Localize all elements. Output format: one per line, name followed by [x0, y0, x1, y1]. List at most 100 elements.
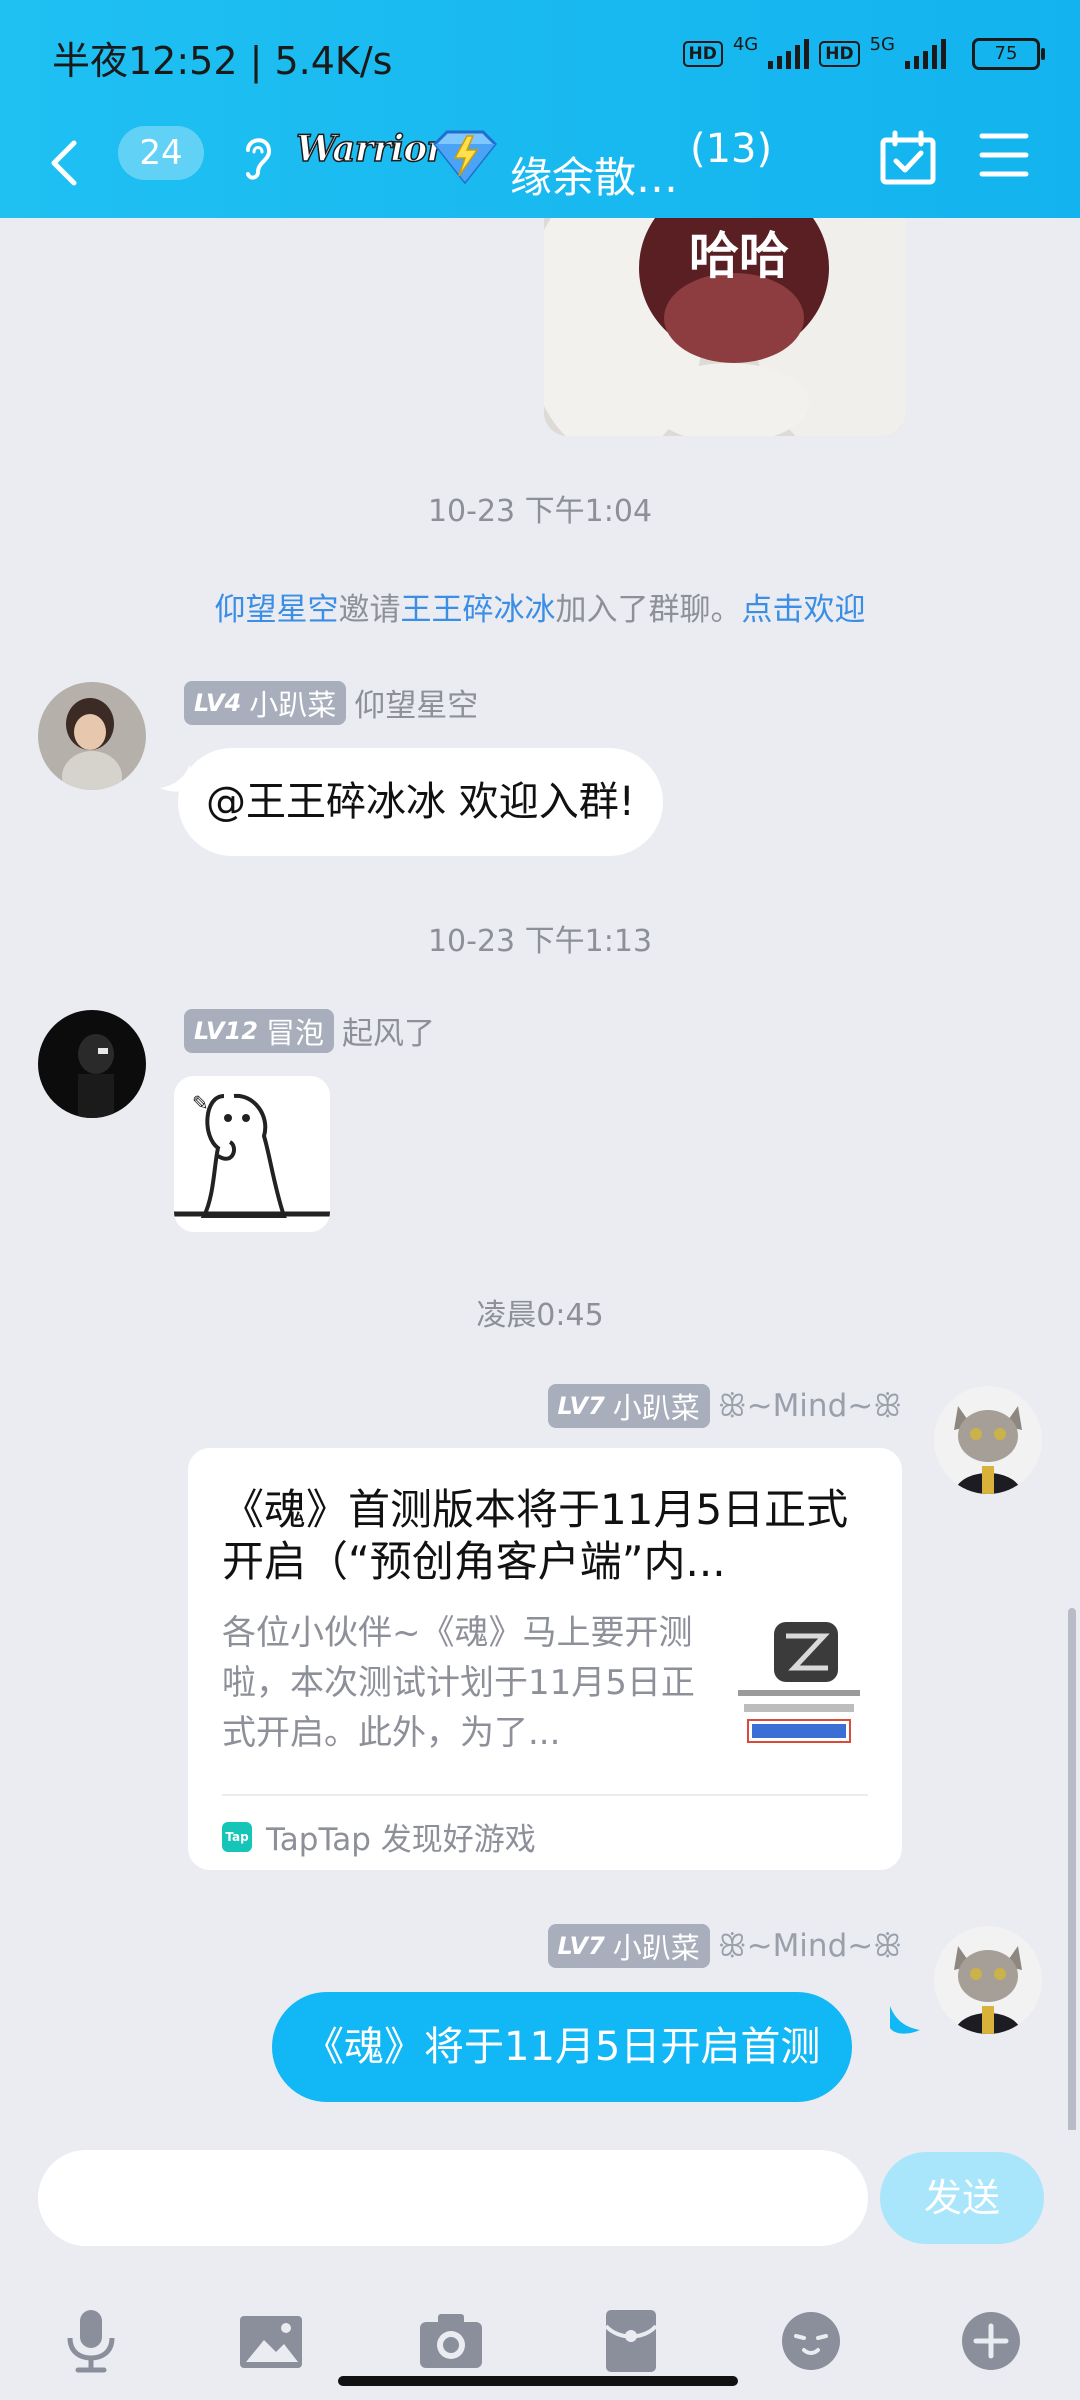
hd-badge: HD — [682, 41, 723, 67]
chevron-left-icon — [51, 140, 77, 186]
status-icons: HD 4G HD 5G 75 — [682, 33, 1045, 74]
level-label: LV12 — [194, 1016, 258, 1045]
own-avatar[interactable] — [934, 1386, 1042, 1494]
member-title: 小趴菜 — [612, 1931, 700, 1965]
group-title[interactable]: 缘余散… — [510, 144, 678, 205]
level-tag: LV12 冒泡 — [184, 1008, 334, 1053]
welcome-link[interactable]: 点击欢迎 — [742, 592, 866, 628]
avatar[interactable] — [38, 682, 146, 790]
unread-count-badge[interactable]: 24 — [118, 126, 204, 180]
bubble-tail — [890, 2006, 920, 2034]
image-caption: 哈哈 — [689, 227, 789, 285]
send-button[interactable]: 发送 — [880, 2152, 1044, 2244]
hamburger-menu-icon — [979, 133, 1029, 177]
ornament-left-icon: ꕥ~ — [717, 1927, 773, 1964]
sender-line: LV12 冒泡 起风了 — [184, 1008, 435, 1053]
signal-icon — [768, 39, 810, 69]
timestamp: 10-23 下午1:13 — [427, 924, 653, 959]
timestamp: 凌晨0:45 — [476, 1298, 604, 1333]
home-indicator[interactable] — [338, 2376, 738, 2386]
svg-text:✎: ✎ — [192, 1091, 209, 1115]
doodle-sticker-image: ✎ — [174, 1076, 330, 1232]
chat-header: 半夜12:52 | 5.4K/s HD 4G HD 5G 75 24 Warri… — [0, 0, 1080, 218]
notice-suffix: 加入了群聊。 — [555, 592, 742, 628]
red-packet-button[interactable] — [596, 2306, 666, 2376]
card-source: Tap TapTap 发现好游戏 — [222, 1814, 536, 1859]
menu-button[interactable] — [978, 130, 1030, 180]
cat-avatar-image — [934, 1926, 1042, 2034]
own-message-bubble[interactable]: 《魂》将于11月5日开启首测 — [272, 1992, 853, 2102]
child-avatar-image — [38, 682, 146, 790]
scrollbar[interactable] — [1068, 1608, 1076, 2138]
level-tag: LV7 小趴菜 — [547, 1924, 710, 1968]
sender-name[interactable]: 起风了 — [342, 1008, 435, 1053]
card-thumbnail — [734, 1616, 864, 1746]
calendar-check-button[interactable] — [878, 128, 938, 188]
voice-button[interactable] — [56, 2306, 126, 2376]
ornament-right-icon: ~ꕥ — [847, 1927, 902, 1964]
network-type-label: 4G — [732, 33, 759, 55]
red-packet-icon — [604, 2310, 658, 2372]
more-button[interactable] — [956, 2306, 1026, 2376]
avatar[interactable] — [38, 1010, 146, 1118]
sticker-message[interactable]: ✎ — [174, 1076, 330, 1232]
dark-figure-avatar-image — [38, 1010, 146, 1118]
member-count: (13) — [690, 126, 773, 172]
game-thumbnail-image — [734, 1616, 864, 1746]
signal-icon-2 — [905, 39, 946, 69]
laughing-cat-image: 哈哈 — [544, 218, 906, 436]
camera-button[interactable] — [416, 2306, 486, 2376]
emoji-icon — [782, 2312, 840, 2370]
input-toolbar — [0, 2306, 1080, 2386]
level-tag: LV4 小趴菜 — [184, 680, 347, 725]
warrior-logo: Warrior — [295, 127, 446, 171]
plus-circle-icon — [962, 2312, 1020, 2370]
calendar-check-icon — [880, 130, 936, 185]
level-label: LV7 — [557, 1392, 605, 1420]
message-bubble[interactable]: @王王碎冰冰 欢迎入群! — [178, 748, 663, 856]
level-tag: LV7 小趴菜 — [547, 1384, 710, 1428]
system-notice: 仰望星空邀请王王碎冰冰加入了群聊。点击欢迎 — [0, 584, 1080, 629]
message-input[interactable] — [38, 2150, 868, 2246]
emoji-button[interactable] — [776, 2306, 846, 2376]
card-description: 各位小伙伴~《魂》马上要开测啦，本次测试计划于11月5日正式开启。此外，为了..… — [222, 1613, 695, 1753]
taptap-logo-icon: Tap — [222, 1821, 252, 1852]
card-divider — [222, 1794, 868, 1796]
chat-message-list[interactable]: 哈哈 10-23 下午1:04 仰望星空邀请王王碎冰冰加入了群聊。点击欢迎 LV… — [0, 218, 1080, 2138]
nav-bar: 24 Warrior 缘余散… (13) — [0, 108, 1080, 218]
card-title: 《魂》首测版本将于11月5日正式开启（“预创角客户端”内... — [222, 1485, 849, 1586]
sender-name-text: Mind — [772, 1927, 848, 1964]
member-title: 小趴菜 — [249, 687, 337, 722]
member-title: 冒泡 — [265, 1015, 324, 1050]
image-button[interactable] — [236, 2306, 306, 2376]
battery-icon: 75 — [972, 38, 1045, 70]
status-bar: 半夜12:52 | 5.4K/s HD 4G HD 5G 75 — [0, 0, 1080, 108]
sender-name[interactable]: ꕥ~Mind~ꕥ — [718, 1928, 902, 1965]
level-label: LV7 — [557, 1932, 605, 1960]
card-source-label: TapTap 发现好游戏 — [266, 1822, 536, 1858]
ornament-right-icon: ~ꕥ — [847, 1387, 902, 1424]
image-message[interactable]: 哈哈 — [544, 218, 906, 436]
ear-icon[interactable] — [236, 128, 280, 184]
invitee-link[interactable]: 王王碎冰冰 — [401, 592, 556, 628]
image-icon — [240, 2316, 302, 2368]
notice-verb: 邀请 — [338, 592, 401, 628]
sender-name[interactable]: ꕥ~Mind~ꕥ — [718, 1388, 902, 1425]
status-time: 半夜12:52 | 5.4K/s — [52, 39, 393, 83]
diamond-icon — [425, 126, 505, 188]
level-label: LV4 — [194, 688, 242, 717]
inviter-link[interactable]: 仰望星空 — [215, 592, 339, 628]
hd-badge-2: HD — [819, 41, 860, 67]
sender-name[interactable]: 仰望星空 — [354, 680, 478, 725]
member-title: 小趴菜 — [612, 1391, 700, 1425]
ornament-left-icon: ꕥ~ — [717, 1387, 773, 1424]
sender-line: LV4 小趴菜 仰望星空 — [184, 680, 478, 725]
sender-line: LV7 小趴菜 ꕥ~Mind~ꕥ — [547, 1924, 902, 1968]
share-card[interactable]: 《魂》首测版本将于11月5日正式开启（“预创角客户端”内... 各位小伙伴~《魂… — [188, 1448, 902, 1870]
input-area: 发送 — [0, 2130, 1080, 2400]
camera-icon — [420, 2314, 482, 2368]
own-avatar[interactable] — [934, 1926, 1042, 2034]
sender-line: LV7 小趴菜 ꕥ~Mind~ꕥ — [547, 1384, 902, 1428]
sender-name-text: Mind — [772, 1387, 848, 1424]
back-button[interactable] — [40, 128, 100, 198]
